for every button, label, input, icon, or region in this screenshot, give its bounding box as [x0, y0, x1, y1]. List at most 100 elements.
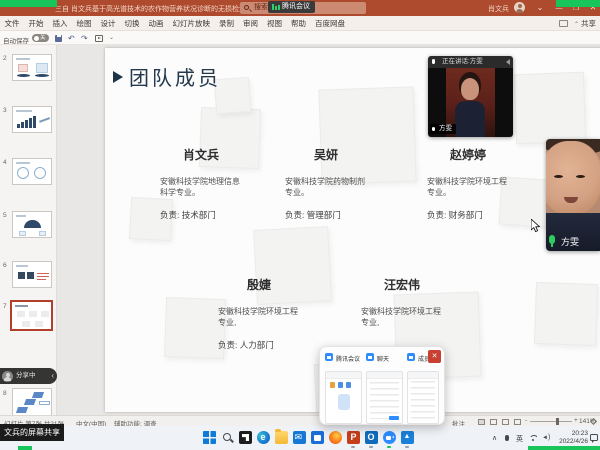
thumb-decor	[24, 399, 36, 405]
tab-home[interactable]: 开始	[24, 16, 48, 31]
mail-icon[interactable]	[293, 431, 306, 444]
hidden-icons-chevron[interactable]	[492, 434, 497, 442]
slide-sorter-view-icon[interactable]	[490, 419, 497, 425]
taskbar-clock[interactable]: 20:23 2022/4/26	[558, 430, 588, 446]
mouse-cursor	[531, 219, 541, 238]
windows-taskbar: 英 20:23 2022/4/26	[0, 426, 600, 450]
meeting-video-panel[interactable]: 正在讲话:方雯 方雯	[428, 56, 513, 137]
speaker-icon	[506, 59, 510, 65]
normal-view-icon[interactable]	[478, 419, 485, 425]
save-icon[interactable]	[55, 35, 62, 42]
slide-thumbnail-7-selected[interactable]	[10, 300, 53, 331]
video-panel-header: 正在讲话:方雯	[428, 56, 513, 68]
edge-icon[interactable]	[257, 431, 270, 444]
ribbon-display-options-icon[interactable]	[532, 0, 548, 16]
thumb-number: 6	[3, 262, 7, 269]
slide-thumbnail-5[interactable]	[12, 211, 52, 238]
tray-mic-icon[interactable]	[505, 435, 509, 441]
side-video-name-tag: 方雯	[549, 235, 579, 248]
slide-thumbnail-8[interactable]	[12, 388, 52, 415]
reading-view-icon[interactable]	[502, 419, 509, 425]
taskbar-search-icon[interactable]	[221, 431, 234, 444]
thumb-decor	[29, 118, 32, 128]
preview-decor	[338, 394, 350, 410]
slide-thumbnail-2[interactable]	[12, 54, 52, 81]
photos-icon[interactable]	[401, 431, 414, 444]
redo-icon[interactable]: ↷	[81, 34, 88, 43]
window-preview-meeting[interactable]: 腾讯会议	[325, 352, 362, 363]
tab-baidu-netdisk[interactable]: 百度网盘	[311, 16, 350, 31]
autosave-toggle[interactable]: 关	[32, 34, 49, 42]
zoom-in-button[interactable]: +	[574, 417, 578, 424]
zoom-out-button[interactable]: -	[525, 417, 527, 424]
tab-view[interactable]: 视图	[263, 16, 287, 31]
store-app-icon[interactable]	[311, 431, 324, 444]
notification-center-icon[interactable]	[590, 434, 598, 441]
meeting-running-badge[interactable]: 腾讯会议	[268, 1, 315, 13]
tab-insert[interactable]: 插入	[48, 16, 72, 31]
tab-record[interactable]: 录制	[215, 16, 239, 31]
zoom-slider[interactable]	[530, 421, 572, 422]
tab-animations[interactable]: 动画	[144, 16, 168, 31]
start-slideshow-icon[interactable]	[95, 35, 103, 42]
thumb-decor	[35, 321, 43, 327]
chat-app-icon	[366, 353, 374, 361]
meeting-badge-label: 腾讯会议	[282, 3, 310, 10]
tab-file[interactable]: 文件	[0, 16, 24, 31]
slide-thumbnail-4[interactable]	[12, 158, 52, 185]
tab-help[interactable]: 帮助	[287, 16, 311, 31]
task-app-icon[interactable]	[239, 431, 252, 444]
slideshow-view-icon[interactable]	[514, 419, 521, 425]
share-border-top-left	[0, 0, 57, 7]
thumb-number: 2	[3, 55, 7, 62]
meeting-float-widget[interactable]: 分享中 ‹	[0, 368, 57, 384]
thumb-decor	[16, 162, 30, 164]
slide-thumbnail-3[interactable]	[12, 106, 52, 133]
tab-design[interactable]: 设计	[96, 16, 120, 31]
firefox-icon[interactable]	[329, 431, 342, 444]
member-role: 负责: 人力部门	[218, 339, 300, 351]
tab-slideshow[interactable]: 幻灯片放映	[168, 16, 215, 31]
customize-qat-icon[interactable]: ⌄	[109, 34, 114, 43]
preview-thumbnail[interactable]	[407, 371, 439, 424]
ime-indicator[interactable]: 英	[516, 434, 523, 444]
zoom-slider-knob[interactable]	[556, 418, 559, 425]
tencent-meeting-icon[interactable]	[383, 431, 396, 444]
member-card: 赵婷婷 安徽科技学院环境工程专业。 负责: 财务部门	[427, 146, 509, 221]
wifi-icon[interactable]	[529, 435, 537, 443]
thumb-decor	[17, 311, 25, 317]
thumb-decor	[34, 167, 46, 179]
slide-thumbnail-6[interactable]	[12, 261, 52, 288]
collapse-arrow-icon[interactable]: ‹	[51, 368, 54, 384]
outlook-icon[interactable]	[365, 431, 378, 444]
document-title: 三自 肖文兵基于高光谱技术的农作物营养状况诊断的无损检测系统 -	[55, 4, 264, 14]
start-button-icon[interactable]	[203, 431, 216, 444]
participant-avatar	[2, 371, 13, 382]
volume-icon[interactable]	[542, 434, 550, 441]
member-name: 汪宏伟	[361, 276, 443, 293]
preview-thumbnail[interactable]	[366, 371, 403, 424]
share-button[interactable]: 共享	[574, 18, 596, 30]
thumb-decor	[18, 64, 28, 72]
window-preview-chat[interactable]: 聊天	[366, 352, 403, 363]
member-card: 肖文兵 安徽科技学院地理信息科学专业。 负责: 技术部门	[160, 146, 242, 221]
file-explorer-icon[interactable]	[275, 431, 288, 444]
member-desc: 安徽科技学院地理信息科学专业。	[160, 176, 242, 198]
account-avatar[interactable]	[514, 2, 525, 13]
account-name[interactable]: 肖文兵	[488, 4, 509, 14]
quick-access-toolbar: 自动保存 关 ↶ ↷ ⌄	[0, 31, 600, 45]
member-desc: 安徽科技学院环境工程专业,	[218, 306, 300, 328]
search-icon	[244, 5, 249, 10]
powerpoint-icon[interactable]	[347, 431, 360, 444]
thumb-decor	[37, 273, 49, 274]
tab-review[interactable]: 审阅	[239, 16, 263, 31]
comments-icon[interactable]	[559, 20, 568, 27]
preview-close-button[interactable]: ✕	[428, 350, 441, 363]
side-video-tile[interactable]: 方雯	[546, 139, 600, 251]
thumb-decor	[17, 167, 29, 179]
undo-icon[interactable]: ↶	[68, 34, 75, 43]
tab-draw[interactable]: 绘图	[72, 16, 96, 31]
powerpoint-title-bar: 三自 肖文兵基于高光谱技术的农作物营养状况诊断的无损检测系统 - 搜索(Alt+…	[0, 0, 600, 16]
preview-thumbnail[interactable]	[325, 371, 362, 424]
tab-transitions[interactable]: 切换	[120, 16, 144, 31]
